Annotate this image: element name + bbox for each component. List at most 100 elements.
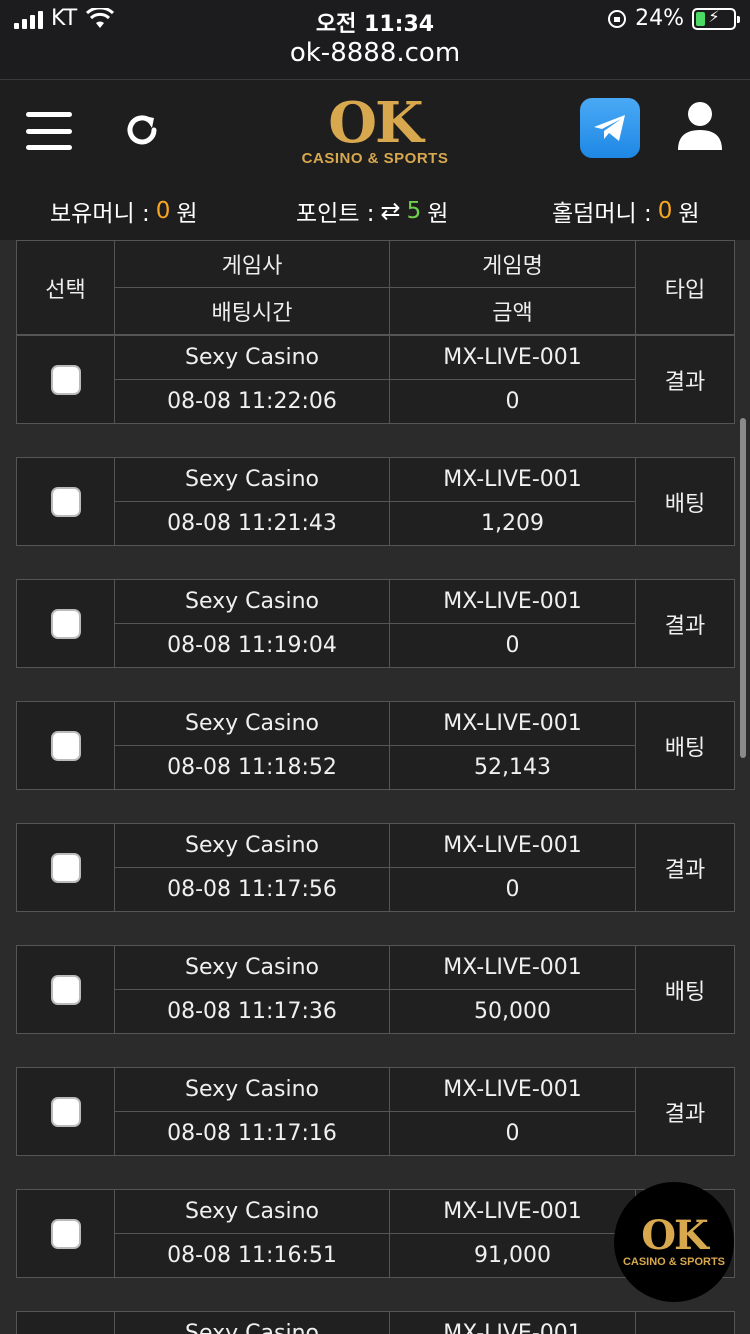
table-row: Sexy Casino MX-LIVE-001 결과 08-08 11:17:56 0 <box>16 823 735 912</box>
header-select: 선택 <box>16 240 115 335</box>
row-checkbox[interactable] <box>50 364 81 395</box>
orientation-lock-icon <box>608 9 627 28</box>
row-time: 08-08 11:17:56 <box>114 867 390 912</box>
hold-money-unit: 원 <box>176 201 198 227</box>
refresh-icon[interactable] <box>120 108 164 152</box>
site-header: OK CASINO & SPORTS <box>0 80 750 182</box>
scrollbar[interactable] <box>740 418 746 758</box>
row-type: 배팅 <box>635 945 735 1034</box>
row-select-cell <box>16 1067 115 1156</box>
holdem-money-label: 홀덤머니 : <box>552 201 652 227</box>
row-type <box>635 1311 735 1334</box>
header-amount: 금액 <box>389 287 636 335</box>
row-select-cell <box>16 1189 115 1278</box>
floating-logo-button[interactable]: OK CASINO & SPORTS <box>614 1182 734 1302</box>
row-time: 08-08 11:17:36 <box>114 989 390 1034</box>
row-type: 결과 <box>635 335 735 424</box>
point-label: 포인트 : <box>296 201 375 227</box>
balance-bar: 보유머니 : 0 원 포인트 : ⇄ 5 원 홀덤머니 : 0 원 <box>0 182 750 240</box>
row-game: MX-LIVE-001 <box>389 1311 636 1334</box>
row-game: MX-LIVE-001 <box>389 701 636 746</box>
row-amount: 0 <box>389 379 636 424</box>
row-provider: Sexy Casino <box>114 1067 390 1112</box>
table-row: Sexy Casino MX-LIVE-001 배팅 08-08 11:17:36 50… <box>16 945 735 1034</box>
table-row: Sexy Casino MX-LIVE-001 <box>16 1311 735 1334</box>
bet-history-list: 선택 게임사 게임명 타입 배팅시간 금액 Sexy Casino MX-LIVE… <box>0 240 750 1334</box>
row-select-cell <box>16 579 115 668</box>
exchange-icon[interactable]: ⇄ <box>381 197 401 225</box>
row-type: 결과 <box>635 1067 735 1156</box>
row-checkbox[interactable] <box>50 486 81 517</box>
row-time: 08-08 11:17:16 <box>114 1111 390 1156</box>
row-amount: 1,209 <box>389 501 636 546</box>
telegram-icon[interactable] <box>580 98 640 158</box>
paper-plane-icon <box>594 115 625 141</box>
row-amount: 0 <box>389 623 636 668</box>
row-provider: Sexy Casino <box>114 579 390 624</box>
logo-main: OK <box>328 90 423 156</box>
row-type: 배팅 <box>635 701 735 790</box>
menu-icon[interactable] <box>26 112 72 150</box>
hold-money-label: 보유머니 : <box>50 201 150 227</box>
row-select-cell <box>16 823 115 912</box>
row-type: 배팅 <box>635 457 735 546</box>
row-checkbox[interactable] <box>50 730 81 761</box>
point-unit: 원 <box>427 201 449 227</box>
point-money: 포인트 : ⇄ 5 원 <box>296 194 448 228</box>
row-type: 결과 <box>635 579 735 668</box>
row-checkbox[interactable] <box>50 608 81 639</box>
table-row: Sexy Casino MX-LIVE-001 결과 08-08 11:17:16 0 <box>16 1067 735 1156</box>
row-select-cell <box>16 1311 115 1334</box>
logo-sub: CASINO & SPORTS <box>301 150 449 167</box>
row-game: MX-LIVE-001 <box>389 945 636 990</box>
site-logo[interactable]: OK CASINO & SPORTS <box>290 94 460 167</box>
point-value: 5 <box>406 198 422 224</box>
row-amount: 50,000 <box>389 989 636 1034</box>
table-row: Sexy Casino MX-LIVE-001 결과 08-08 11:22:06 0 <box>16 335 735 424</box>
table-row: Sexy Casino MX-LIVE-001 배팅 08-08 11:21:43 1,… <box>16 457 735 546</box>
row-provider: Sexy Casino <box>114 823 390 868</box>
row-type: 결과 <box>635 823 735 912</box>
row-time: 08-08 11:16:51 <box>114 1233 390 1278</box>
table-header: 선택 게임사 게임명 타입 배팅시간 금액 <box>16 240 735 335</box>
row-game: MX-LIVE-001 <box>389 1067 636 1112</box>
hold-money: 보유머니 : 0 원 <box>50 194 198 228</box>
row-provider: Sexy Casino <box>114 1311 390 1334</box>
row-game: MX-LIVE-001 <box>389 335 636 380</box>
row-provider: Sexy Casino <box>114 335 390 380</box>
row-game: MX-LIVE-001 <box>389 579 636 624</box>
row-amount: 52,143 <box>389 745 636 790</box>
header-provider: 게임사 <box>114 240 390 288</box>
row-checkbox[interactable] <box>50 1096 81 1127</box>
row-amount: 0 <box>389 1111 636 1156</box>
holdem-money: 홀덤머니 : 0 원 <box>552 194 700 228</box>
holdem-money-value: 0 <box>657 198 673 224</box>
table-row: Sexy Casino MX-LIVE-001 배팅 08-08 11:18:52 52… <box>16 701 735 790</box>
row-provider: Sexy Casino <box>114 457 390 502</box>
table-row: Sexy Casino MX-LIVE-001 결과 08-08 11:19:04 0 <box>16 579 735 668</box>
row-select-cell <box>16 701 115 790</box>
row-provider: Sexy Casino <box>114 701 390 746</box>
float-logo-main: OK <box>641 1212 709 1259</box>
header-type: 타입 <box>635 240 735 335</box>
row-provider: Sexy Casino <box>114 945 390 990</box>
row-game: MX-LIVE-001 <box>389 1189 636 1234</box>
row-time: 08-08 11:22:06 <box>114 379 390 424</box>
row-time: 08-08 11:19:04 <box>114 623 390 668</box>
row-select-cell <box>16 335 115 424</box>
battery-percent: 24% <box>635 6 684 31</box>
row-amount: 0 <box>389 867 636 912</box>
url-bar[interactable]: ok-8888.com <box>0 38 750 68</box>
status-bar: KT 오전 11:34 24% ⚡ ok-8888.com <box>0 0 750 80</box>
status-right: 24% ⚡ <box>607 6 740 31</box>
row-checkbox[interactable] <box>50 974 81 1005</box>
float-logo-sub: CASINO & SPORTS <box>622 1256 726 1268</box>
header-time: 배팅시간 <box>114 287 390 335</box>
row-checkbox[interactable] <box>50 1218 81 1249</box>
row-game: MX-LIVE-001 <box>389 457 636 502</box>
row-checkbox[interactable] <box>50 852 81 883</box>
battery-icon: ⚡ <box>692 7 740 30</box>
row-provider: Sexy Casino <box>114 1189 390 1234</box>
user-icon[interactable] <box>676 100 724 152</box>
row-game: MX-LIVE-001 <box>389 823 636 868</box>
